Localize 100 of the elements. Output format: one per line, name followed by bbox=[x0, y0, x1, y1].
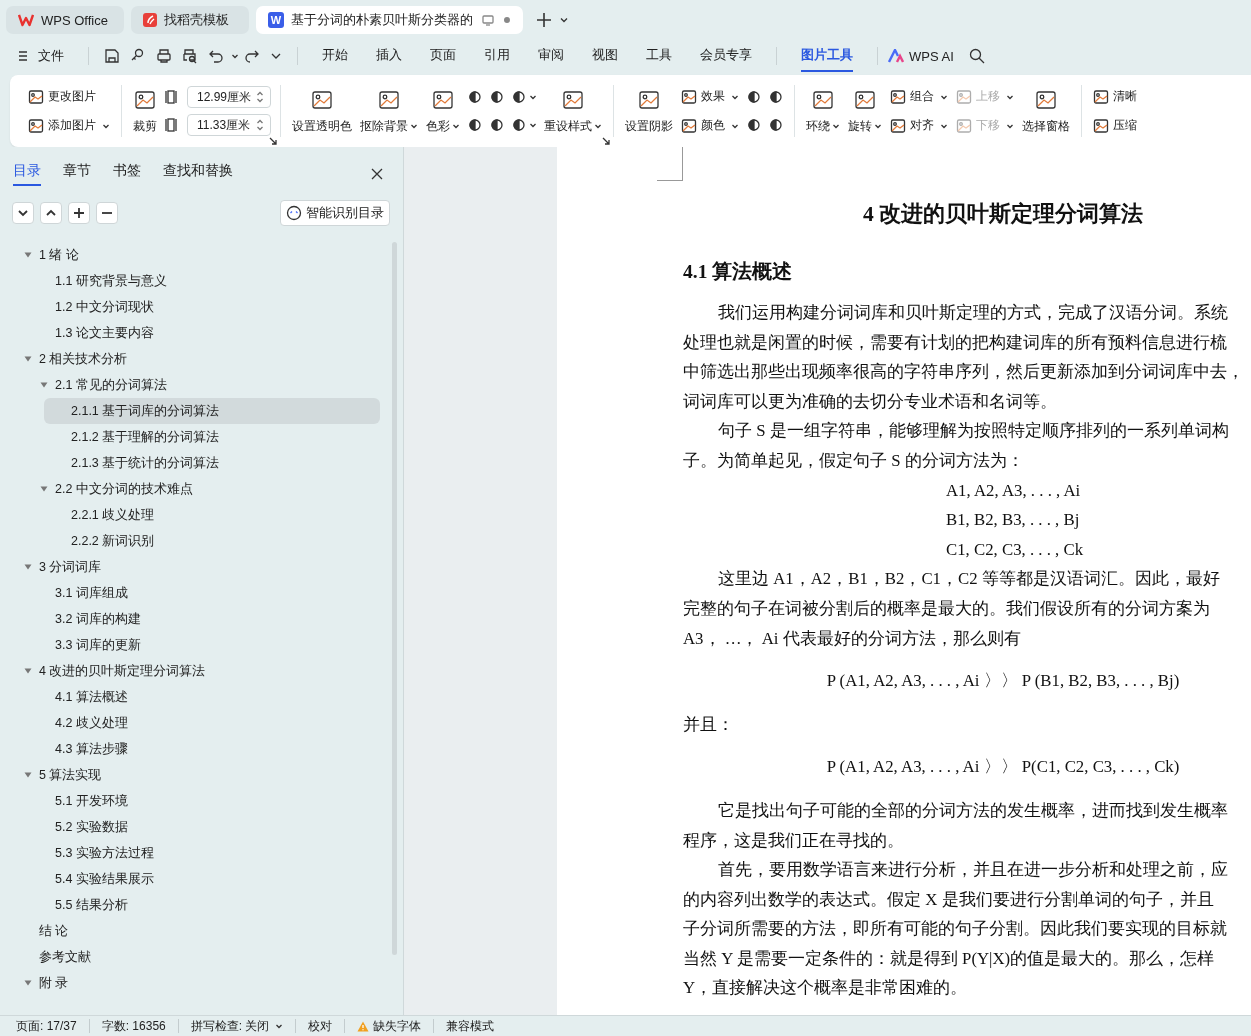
text-line: 子。为简单起见，假定句子 S 的分词方法为： bbox=[683, 449, 1025, 472]
menu-tab[interactable]: 工具 bbox=[646, 40, 672, 72]
adjust-icon bbox=[489, 89, 505, 105]
search-icon[interactable] bbox=[968, 48, 985, 64]
outline-item[interactable]: 结 论 bbox=[12, 918, 380, 944]
ribbon-button[interactable]: 组合 bbox=[888, 85, 950, 108]
ribbon-button[interactable]: 抠除背景 bbox=[358, 83, 420, 139]
outline-item[interactable]: 2.1 常见的分词算法 bbox=[28, 372, 380, 398]
save-icon[interactable] bbox=[104, 48, 120, 64]
text-line: 处理也就是闲置的时候，需要有计划的把构建词库的所有预料信息进行梳 bbox=[683, 331, 1228, 354]
collapse-button[interactable] bbox=[12, 202, 34, 224]
proofread-button[interactable]: 校对 bbox=[308, 1017, 333, 1035]
ribbon-button[interactable]: 旋转 bbox=[846, 83, 884, 139]
text-line: 句子 S 是一组字符串，能够理解为按照特定顺序排列的一系列单词构 bbox=[717, 420, 1230, 443]
ribbon-button[interactable]: 选择窗格 bbox=[1020, 83, 1072, 139]
ribbon-button[interactable]: 添加图片 bbox=[26, 114, 112, 137]
print-preview-icon[interactable] bbox=[182, 48, 198, 64]
outline-item[interactable]: 3.2 词库的构建 bbox=[28, 606, 380, 632]
outline-item[interactable]: 4.2 歧义处理 bbox=[28, 710, 380, 736]
outline-item[interactable]: 参考文献 bbox=[12, 944, 380, 970]
size-field[interactable]: 12.99厘米 bbox=[187, 86, 271, 108]
close-icon[interactable] bbox=[371, 168, 383, 180]
sidebar-tab[interactable]: 查找和替换 bbox=[163, 162, 233, 186]
menu-icon bbox=[18, 50, 30, 62]
ribbon-button[interactable]: 裁剪 bbox=[131, 83, 159, 139]
outline-item[interactable]: 附 录 bbox=[12, 970, 380, 996]
print-icon[interactable] bbox=[156, 48, 172, 64]
outline-item[interactable]: 2.2.2 新词识别 bbox=[44, 528, 380, 554]
ai-button[interactable]: WPS AI bbox=[888, 48, 954, 64]
chapter-heading: 4 改进的贝叶斯定理分词算法 bbox=[861, 201, 1145, 228]
outline-item[interactable]: 2.2.1 歧义处理 bbox=[44, 502, 380, 528]
outline-item[interactable]: 1.2 中文分词现状 bbox=[28, 294, 380, 320]
outline-item[interactable]: 3.3 词库的更新 bbox=[28, 632, 380, 658]
outline-item[interactable]: 5.3 实验方法过程 bbox=[28, 840, 380, 866]
text-line: 这里边 A1，A2，B1，B2，C1，C2 等等都是汉语词汇。因此，最好 bbox=[717, 568, 1221, 591]
menu-tab[interactable]: 会员专享 bbox=[700, 40, 752, 72]
outline-item[interactable]: 5.5 结果分析 bbox=[28, 892, 380, 918]
outline-item[interactable]: 1.1 研究背景与意义 bbox=[28, 268, 380, 294]
sidebar-tab[interactable]: 书签 bbox=[113, 162, 141, 186]
monitor-icon bbox=[482, 14, 494, 26]
sidebar-tab[interactable]: 目录 bbox=[13, 162, 41, 186]
ribbon-button[interactable]: 对齐 bbox=[888, 114, 950, 137]
dialog-launcher-icon[interactable] bbox=[269, 137, 277, 145]
outline-item[interactable]: 3 分词词库 bbox=[12, 554, 380, 580]
picture-icon bbox=[1093, 117, 1109, 134]
ribbon-button[interactable]: 色彩 bbox=[424, 83, 462, 139]
menu-tab[interactable]: 页面 bbox=[430, 40, 456, 72]
sidebar-tab[interactable]: 章节 bbox=[63, 162, 91, 186]
ribbon-button[interactable]: 颜色 bbox=[679, 114, 741, 137]
ribbon-button[interactable]: 设置阴影 bbox=[623, 83, 675, 139]
ribbon-button[interactable]: 重设样式 bbox=[542, 83, 604, 139]
ribbon-button[interactable]: 设置透明色 bbox=[290, 83, 354, 139]
new-tab-icon[interactable] bbox=[536, 12, 552, 28]
outline-item[interactable]: 5.2 实验数据 bbox=[28, 814, 380, 840]
menu-tab[interactable]: 开始 bbox=[322, 40, 348, 72]
ribbon-button[interactable]: 清晰 bbox=[1091, 85, 1139, 108]
file-menu[interactable]: 文件 bbox=[18, 47, 64, 65]
outline-item[interactable]: 5 算法实现 bbox=[12, 762, 380, 788]
undo-icon[interactable] bbox=[208, 48, 224, 64]
menu-tab[interactable]: 插入 bbox=[376, 40, 402, 72]
text-line: Y，直接解决这个概率是非常困难的。 bbox=[683, 977, 969, 1000]
chevron-down-icon[interactable] bbox=[559, 15, 569, 25]
menu-tab[interactable]: 视图 bbox=[592, 40, 618, 72]
tab[interactable]: 找稻壳模板 bbox=[131, 6, 249, 34]
add-button[interactable] bbox=[68, 202, 90, 224]
menu-tab[interactable]: 图片工具 bbox=[801, 40, 853, 72]
tab[interactable]: WPS Office bbox=[6, 6, 124, 34]
missing-font-button[interactable]: 缺失字体 bbox=[357, 1017, 422, 1035]
outline-item[interactable]: 2.1.1 基于词库的分词算法 bbox=[44, 398, 380, 424]
ribbon-button[interactable]: 效果 bbox=[679, 85, 741, 108]
outline-item[interactable]: 3.1 词库组成 bbox=[28, 580, 380, 606]
menu-tab[interactable]: 引用 bbox=[484, 40, 510, 72]
dialog-launcher-icon[interactable] bbox=[602, 137, 610, 145]
adjust-icon bbox=[511, 89, 527, 105]
outline-item[interactable]: 2.2 中文分词的技术难点 bbox=[28, 476, 380, 502]
outline-item[interactable]: 5.1 开发环境 bbox=[28, 788, 380, 814]
spell-check-dropdown[interactable]: 拼写检查: 关闭 bbox=[190, 1017, 284, 1035]
menu-tab[interactable]: 审阅 bbox=[538, 40, 564, 72]
smart-toc-button[interactable]: 智能识别目录 bbox=[280, 200, 390, 226]
text-line: 并且： bbox=[683, 713, 735, 736]
outline-item[interactable]: 1 绪 论 bbox=[12, 242, 380, 268]
outline-item[interactable]: 4.3 算法步骤 bbox=[28, 736, 380, 762]
size-field[interactable]: 11.33厘米 bbox=[187, 114, 271, 136]
outline-item[interactable]: 2 相关技术分析 bbox=[12, 346, 380, 372]
outline-item[interactable]: 5.4 实验结果展示 bbox=[28, 866, 380, 892]
outline-item[interactable]: 2.1.3 基于统计的分词算法 bbox=[44, 450, 380, 476]
redo-icon[interactable] bbox=[244, 48, 260, 64]
outline-item[interactable]: 1.3 论文主要内容 bbox=[28, 320, 380, 346]
expand-up-button[interactable] bbox=[40, 202, 62, 224]
tab[interactable]: W 基于分词的朴素贝叶斯分类器的 bbox=[256, 6, 523, 34]
adjust-icon bbox=[489, 117, 505, 133]
text-line: A3， …， Ai 代表最好的分词方法，那么则有 bbox=[683, 627, 1022, 650]
ribbon-button[interactable]: 环绕 bbox=[804, 83, 842, 139]
outline-item[interactable]: 4.1 算法概述 bbox=[28, 684, 380, 710]
outline-item[interactable]: 2.1.2 基于理解的分词算法 bbox=[44, 424, 380, 450]
ribbon-button[interactable]: 更改图片 bbox=[26, 85, 112, 108]
remove-button[interactable] bbox=[96, 202, 118, 224]
outline-item[interactable]: 4 改进的贝叶斯定理分词算法 bbox=[12, 658, 380, 684]
ribbon-button[interactable]: 压缩 bbox=[1091, 114, 1139, 137]
formula: B1, B2, B3, . . . , Bj bbox=[945, 509, 1081, 532]
